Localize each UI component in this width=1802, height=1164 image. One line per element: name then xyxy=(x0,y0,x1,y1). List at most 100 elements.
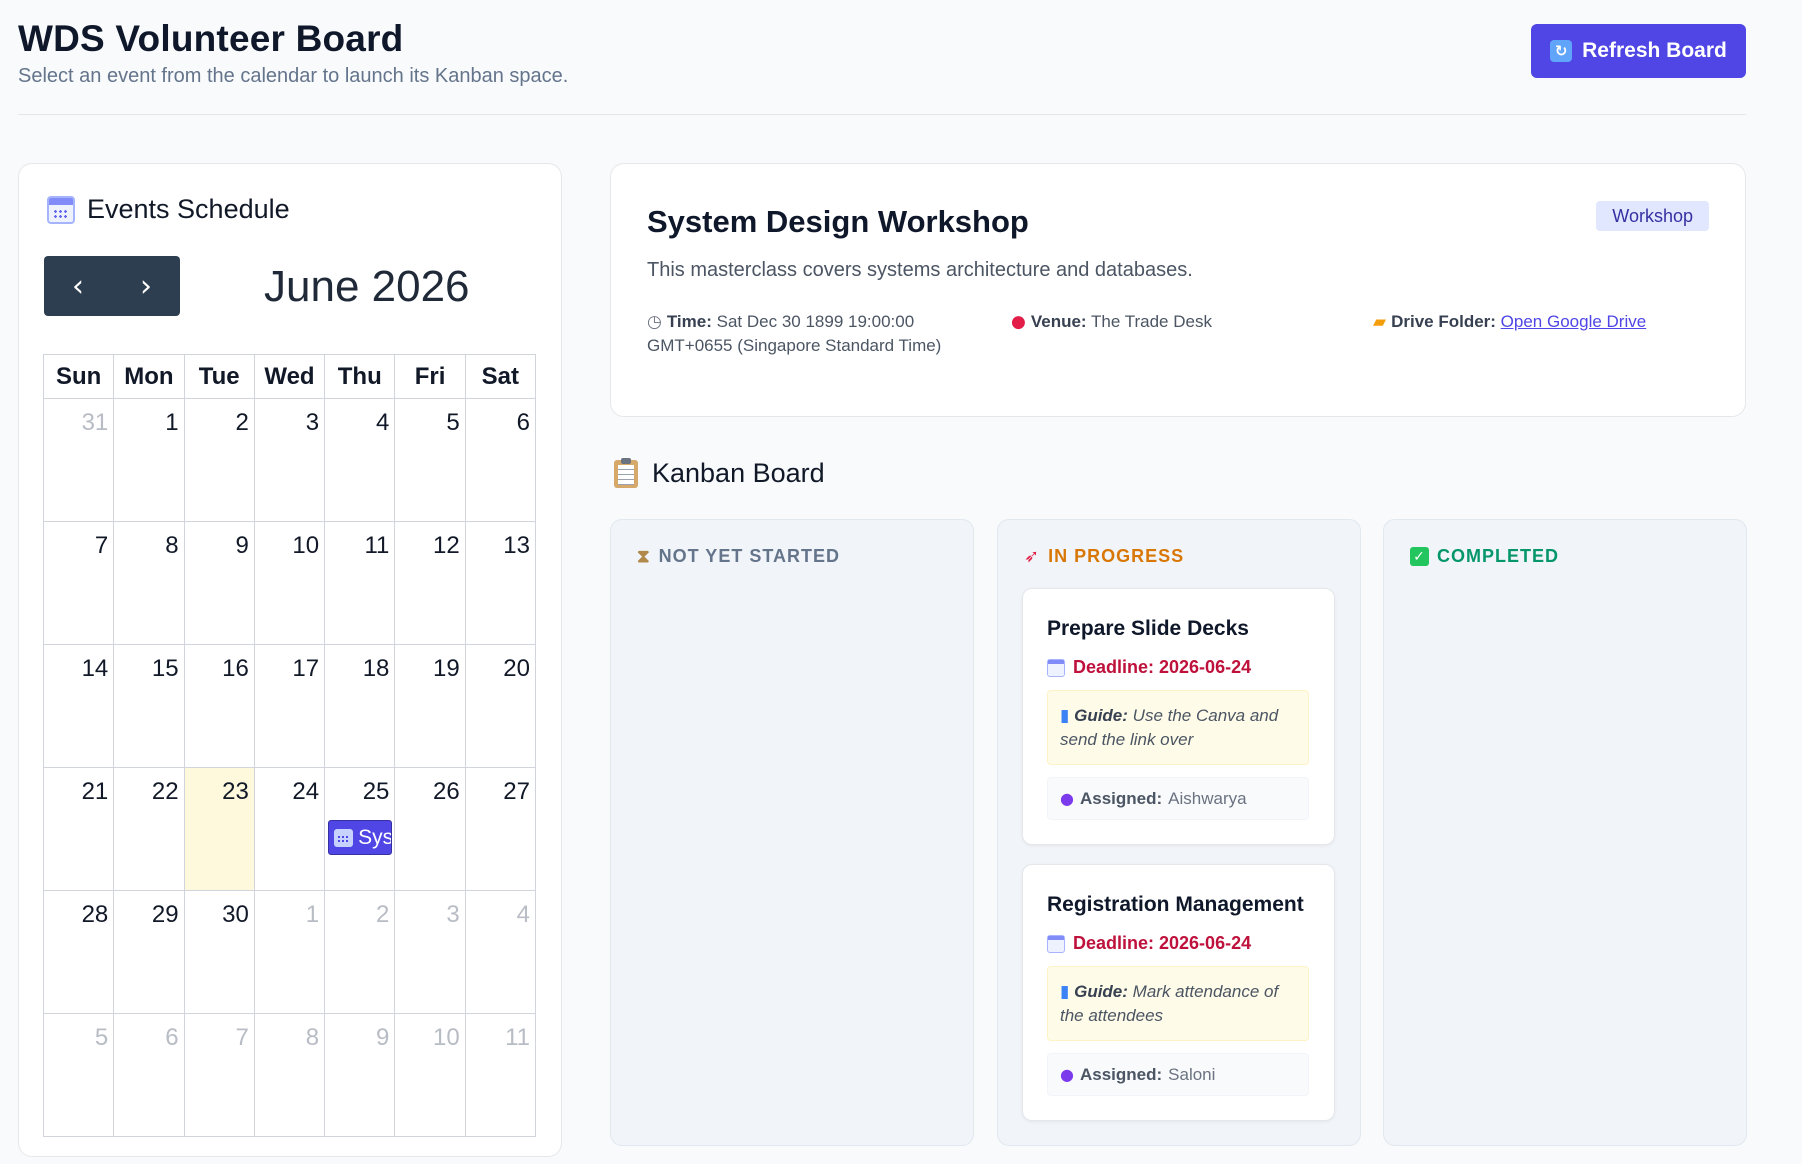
calendar-day-cell[interactable]: 18 xyxy=(324,644,396,768)
day-number: 12 xyxy=(432,532,460,559)
event-type-badge: Workshop xyxy=(1596,201,1709,231)
day-number: 22 xyxy=(151,778,179,805)
calendar-day-cell[interactable]: 6 xyxy=(113,1013,185,1137)
day-number: 27 xyxy=(503,778,530,805)
calendar-day-cell[interactable]: 1 xyxy=(113,398,185,522)
calendar-day-cell[interactable]: 24 xyxy=(253,767,326,891)
calendar-icon xyxy=(1047,658,1065,677)
calendar-day-cell[interactable]: 15 xyxy=(113,644,185,768)
month-nav: ‹ › xyxy=(44,256,180,316)
calendar-day-cell[interactable]: 3 xyxy=(394,890,466,1014)
calendar-day-cell[interactable]: 19 xyxy=(394,644,466,768)
month-title: June 2026 xyxy=(264,262,470,311)
calendar-day-cell[interactable]: 8 xyxy=(253,1013,326,1137)
calendar-day-cell[interactable]: 2 xyxy=(324,890,396,1014)
calendar-day-cell[interactable]: 31 xyxy=(42,398,115,522)
calendar-week-row: 31 1 2 3 4 5 6 xyxy=(42,398,537,522)
kanban-heading: Kanban Board xyxy=(614,457,825,489)
calendar-day-cell[interactable]: 13 xyxy=(464,521,537,645)
calendar-day-cell[interactable]: 26 xyxy=(394,767,466,891)
pin-icon: ● xyxy=(1011,312,1026,332)
task-card[interactable]: Registration Management Deadline: 2026-0… xyxy=(1022,864,1335,1121)
calendar-day-cell[interactable]: 3 xyxy=(253,398,326,522)
next-month-button[interactable]: › xyxy=(112,256,180,316)
time-label: Time: xyxy=(666,312,712,331)
calendar-day-cell[interactable]: 22 xyxy=(113,767,185,891)
day-number: 2 xyxy=(235,409,249,436)
calendar-day-cell[interactable]: 27 xyxy=(464,767,537,891)
calendar-icon xyxy=(1047,934,1065,953)
app-subtitle: Select an event from the calendar to lau… xyxy=(18,65,569,87)
weekday-header-row: Sun Mon Tue Wed Thu Fri Sat xyxy=(42,354,537,399)
column-not-yet-started[interactable]: ⧗ NOT YET STARTED xyxy=(610,519,974,1146)
day-number: 8 xyxy=(165,532,179,559)
calendar-day-cell[interactable]: 12 xyxy=(394,521,466,645)
calendar-day-cell[interactable]: 23 xyxy=(183,767,255,891)
weekday-header: Sat xyxy=(464,354,537,399)
calendar-day-cell[interactable]: 5 xyxy=(394,398,466,522)
event-title: System Design Workshop xyxy=(647,204,1029,239)
page-header: WDS Volunteer Board Select an event from… xyxy=(18,0,1746,115)
weekday-header: Wed xyxy=(253,354,326,399)
day-number: 9 xyxy=(376,1024,390,1051)
day-number: 6 xyxy=(516,409,530,436)
calendar-day-cell[interactable]: 30 xyxy=(183,890,255,1014)
calendar-day-cell[interactable]: 6 xyxy=(464,398,537,522)
column-title: COMPLETED xyxy=(1437,546,1560,566)
calendar-day-cell[interactable]: 14 xyxy=(42,644,115,768)
calendar-day-cell[interactable]: 1 xyxy=(253,890,326,1014)
calendar-day-cell[interactable]: 10 xyxy=(394,1013,466,1137)
day-number: 28 xyxy=(81,901,109,928)
calendar-day-cell[interactable]: 9 xyxy=(324,1013,396,1137)
folder-icon: ▰ xyxy=(1373,312,1387,332)
calendar-day-cell[interactable]: 4 xyxy=(324,398,396,522)
task-guide: ▮ Guide: Use the Canva and send the link… xyxy=(1047,690,1309,765)
calendar-day-cell[interactable]: 17 xyxy=(253,644,326,768)
column-in-progress[interactable]: ➶ IN PROGRESS Prepare Slide Decks Deadli… xyxy=(997,519,1361,1146)
kanban-heading-label: Kanban Board xyxy=(652,458,825,488)
calendar-day-cell[interactable]: 9 xyxy=(183,521,255,645)
drive-label: Drive Folder: xyxy=(1391,312,1496,331)
calendar-day-cell[interactable]: 11 xyxy=(324,521,396,645)
rocket-icon: ➶ xyxy=(1024,546,1041,567)
day-number: 30 xyxy=(222,901,249,928)
day-number: 11 xyxy=(505,1024,530,1051)
calendar-day-cell[interactable]: 20 xyxy=(464,644,537,768)
calendar-day-cell[interactable]: 8 xyxy=(113,521,185,645)
calendar-week-row: 5 6 7 8 9 10 11 xyxy=(42,1013,537,1137)
calendar-day-cell[interactable]: 11 xyxy=(464,1013,537,1137)
calendar-day-cell[interactable]: 7 xyxy=(183,1013,255,1137)
day-number: 14 xyxy=(81,655,109,682)
calendar-day-cell[interactable]: 4 xyxy=(464,890,537,1014)
calendar-day-cell[interactable]: 5 xyxy=(42,1013,115,1137)
calendar-heading: Events Schedule xyxy=(47,194,290,225)
task-assignee: ● Assigned: Saloni xyxy=(1047,1053,1309,1096)
event-chip-label: Sys xyxy=(358,825,393,849)
event-venue: ● Venue: The Trade Desk xyxy=(1011,310,1212,334)
day-number: 16 xyxy=(222,655,249,682)
task-card[interactable]: Prepare Slide Decks Deadline: 2026-06-24… xyxy=(1022,588,1335,845)
open-drive-link[interactable]: Open Google Drive xyxy=(1501,312,1647,331)
calendar-day-cell[interactable]: 21 xyxy=(42,767,115,891)
task-guide: ▮ Guide: Mark attendance of the attendee… xyxy=(1047,966,1309,1041)
task-assignee: ● Assigned: Aishwarya xyxy=(1047,777,1309,820)
calendar-heading-label: Events Schedule xyxy=(87,194,290,224)
event-description: This masterclass covers systems architec… xyxy=(647,259,1193,281)
calendar-event-chip[interactable]: Sys xyxy=(328,820,393,855)
calendar-day-cell[interactable]: 2 xyxy=(183,398,255,522)
calendar-day-cell[interactable]: 29 xyxy=(113,890,185,1014)
refresh-board-button[interactable]: ↻ Refresh Board xyxy=(1531,24,1746,78)
day-number: 31 xyxy=(81,409,109,436)
calendar-day-cell[interactable]: 28 xyxy=(42,890,115,1014)
column-completed[interactable]: ✓ COMPLETED xyxy=(1383,519,1747,1146)
calendar-day-cell[interactable]: 25 Sys xyxy=(324,767,396,891)
day-number: 23 xyxy=(222,778,249,805)
calendar-panel: Events Schedule ‹ › June 2026 Sun Mon Tue W… xyxy=(18,163,562,1157)
calendar-day-cell[interactable]: 10 xyxy=(253,521,326,645)
day-number: 6 xyxy=(165,1024,179,1051)
day-number: 20 xyxy=(503,655,530,682)
assigned-label: Assigned: xyxy=(1079,1064,1163,1084)
calendar-day-cell[interactable]: 16 xyxy=(183,644,255,768)
prev-month-button[interactable]: ‹ xyxy=(44,256,112,316)
calendar-day-cell[interactable]: 7 xyxy=(42,521,115,645)
